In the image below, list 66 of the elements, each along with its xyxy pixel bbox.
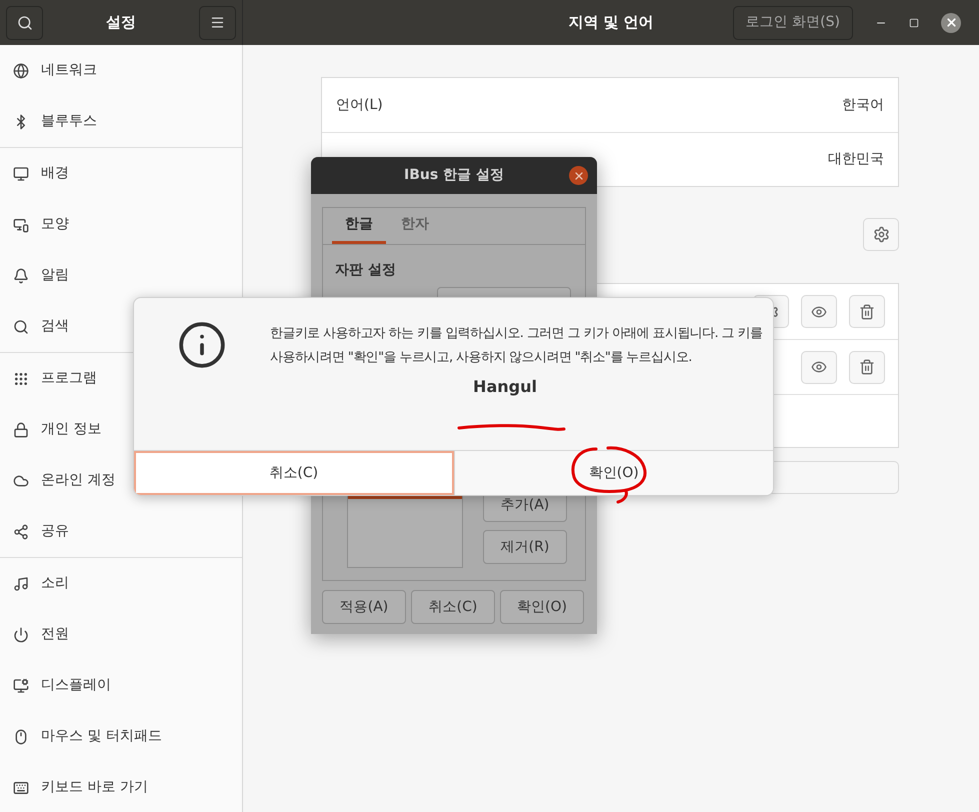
sidebar-item[interactable]: 알림 [0, 250, 242, 301]
settings-icon [872, 226, 890, 243]
setting-row[interactable]: 언어(L) 한국어 [322, 78, 898, 132]
sidebar-item[interactable]: 모양 [0, 199, 242, 250]
section-title: 자판 설정 [335, 261, 397, 280]
trash-icon [859, 359, 875, 375]
search-icon [13, 318, 29, 334]
power-icon [13, 626, 29, 642]
list-action-button[interactable]: 제거(R) [483, 530, 567, 564]
close-button[interactable] [941, 12, 961, 32]
sidebar-item[interactable]: 프로그램 [0, 353, 242, 404]
sidebar-item[interactable]: 공유 [0, 506, 242, 557]
sidebar-item[interactable]: 배경 [0, 148, 242, 199]
sidebar-item[interactable]: 블루투스 [0, 96, 242, 147]
preview-button[interactable] [801, 350, 837, 384]
cloud-icon [13, 472, 29, 488]
sidebar-item[interactable]: 디스플레이 [0, 660, 242, 711]
dialog-button[interactable]: 확인(O) [454, 451, 773, 495]
dialog-button[interactable]: 확인(O) [500, 590, 584, 624]
dialog-button[interactable]: 취소(C) [411, 590, 495, 624]
eye-icon [811, 304, 827, 320]
setting-label: 언어(L) [336, 96, 383, 114]
sidebar-item[interactable]: 검색 [0, 301, 242, 352]
dialog-title: IBus 한글 설정 [404, 166, 504, 185]
sidebar-item[interactable]: 키보드 바로 가기 [0, 762, 242, 812]
mouse-icon [13, 728, 29, 744]
sidebar-item[interactable]: 네트워크 [0, 45, 242, 96]
keyboard-icon [13, 780, 29, 796]
maximize-icon [909, 18, 919, 28]
preview-button[interactable] [801, 295, 837, 328]
message-text: 한글키로 사용하고자 하는 키를 입력하십시오. 그러면 그 키가 아래에 표시됩니다. 그 키를 사용하시려면 "확인"을 누르시고, 사용하지 않으시려면 "취소"를 누르십시오. [270, 325, 764, 367]
window-title: 지역 및 언어 [568, 12, 654, 34]
settings-button[interactable] [863, 218, 899, 251]
info-icon [177, 320, 227, 370]
monitor-icon [13, 216, 29, 232]
bell-icon [13, 268, 29, 284]
grid-icon [13, 370, 29, 386]
maximize-button[interactable] [909, 18, 919, 28]
close-icon [944, 16, 958, 29]
tab[interactable]: 한글 [332, 208, 386, 244]
music-icon [13, 576, 29, 592]
sidebar-title: 설정 [106, 12, 136, 34]
setting-value: 대한민국 [828, 150, 884, 169]
share-icon [13, 524, 29, 540]
search-button[interactable] [6, 6, 43, 40]
dialog-button[interactable]: 취소(C) [134, 451, 454, 495]
setting-value: 한국어 [842, 96, 884, 114]
menu-button[interactable] [199, 6, 236, 40]
key-name: Hangul [473, 376, 537, 398]
dialog-button[interactable]: 적용(A) [322, 590, 406, 624]
search-icon [16, 14, 32, 30]
menu-icon [210, 15, 225, 30]
delete-button[interactable] [849, 295, 885, 328]
trash-icon [859, 304, 875, 320]
sidebar-item[interactable]: 마우스 및 터치패드 [0, 711, 242, 762]
monitor-icon [13, 678, 29, 694]
login-screen-button[interactable]: 로그인 화면(S) [732, 6, 853, 40]
monitor-icon [13, 166, 29, 182]
lock-icon [13, 422, 29, 438]
sidebar-item[interactable]: 소리 [0, 558, 242, 609]
close-icon [572, 170, 584, 182]
sidebar-item[interactable]: 전원 [0, 609, 242, 660]
eye-icon [811, 359, 827, 375]
delete-button[interactable] [849, 350, 885, 384]
close-button[interactable] [569, 166, 588, 185]
globe-icon [13, 62, 29, 78]
